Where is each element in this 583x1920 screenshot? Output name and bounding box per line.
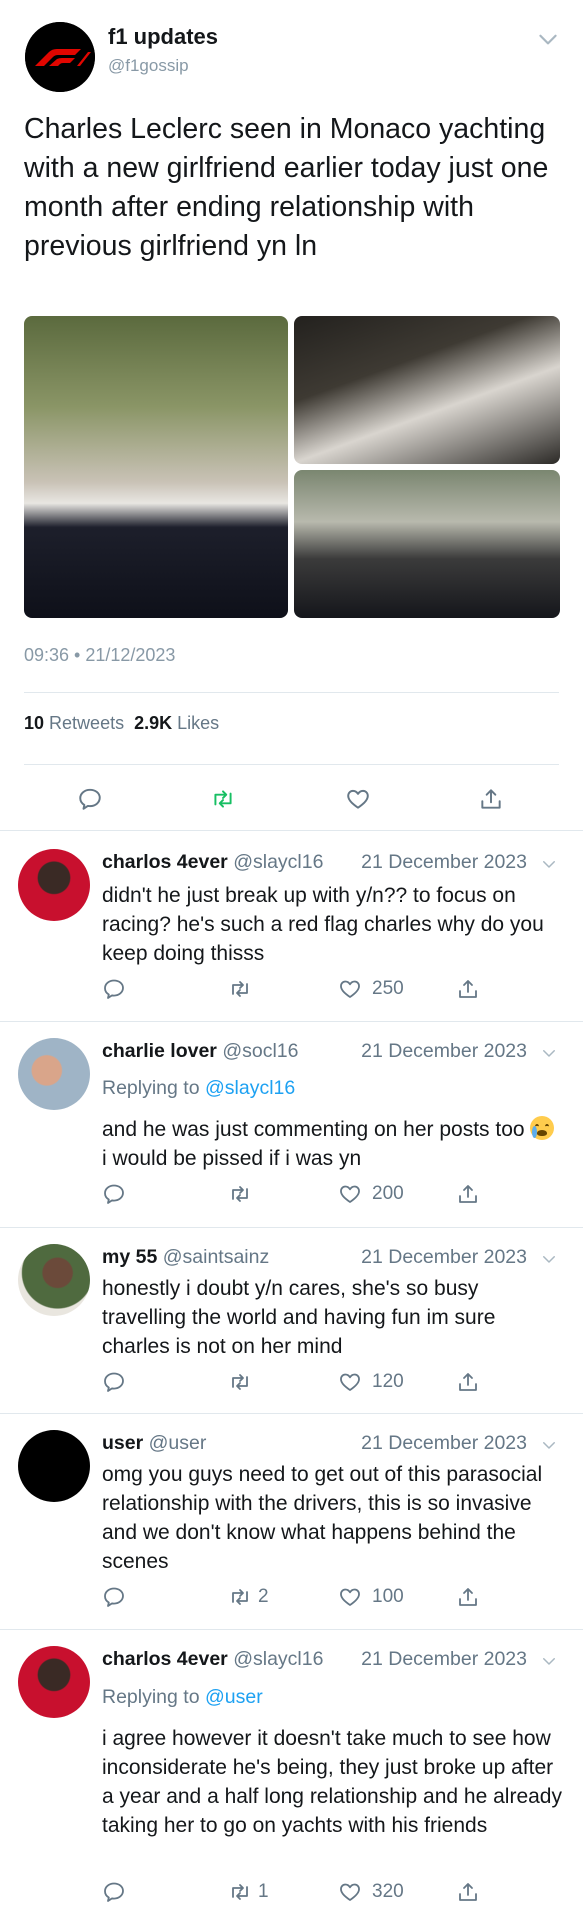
reply-icon[interactable] <box>102 1880 126 1904</box>
share-icon[interactable] <box>478 786 504 812</box>
reply-author-name[interactable]: user <box>102 1432 143 1454</box>
chevron-down-icon[interactable] <box>540 855 558 873</box>
retweet-icon[interactable] <box>210 786 236 812</box>
reply-author-name[interactable]: my 55 <box>102 1246 157 1268</box>
heart-icon[interactable] <box>338 1880 362 1904</box>
reply-author-handle[interactable]: @user <box>149 1432 207 1454</box>
reply-text: didn't he just break up with y/n?? to fo… <box>102 884 544 965</box>
reply-actions: 1 320 <box>102 1880 502 1910</box>
reply-item[interactable]: charlie lover @socl16 21 December 2023 R… <box>0 1022 583 1227</box>
author-name[interactable]: f1 updates <box>108 24 218 50</box>
author-handle[interactable]: @f1gossip <box>108 56 189 76</box>
crying-face-emoji-icon <box>530 1116 555 1140</box>
reply-item[interactable]: my 55 @saintsainz 21 December 2023 hones… <box>0 1228 583 1413</box>
reply-text: honestly i doubt y/n cares, she's so bus… <box>102 1277 496 1358</box>
retweet-icon[interactable] <box>228 1880 252 1904</box>
share-icon[interactable] <box>456 977 480 1001</box>
avatar[interactable] <box>18 1430 90 1502</box>
reply-author-handle[interactable]: @socl16 <box>222 1040 298 1062</box>
f1-logo-icon <box>25 22 95 92</box>
likes-label[interactable]: Likes <box>177 713 219 733</box>
chevron-down-icon[interactable] <box>540 1652 558 1670</box>
photo-hug[interactable] <box>294 316 560 464</box>
heart-icon[interactable] <box>338 1182 362 1206</box>
reply-author-handle[interactable]: @slaycl16 <box>233 1648 323 1670</box>
retweet-count: 1 <box>258 1881 269 1902</box>
retweets-count[interactable]: 10 <box>24 713 44 733</box>
replying-label: Replying to <box>102 1686 200 1708</box>
reply-author-handle[interactable]: @slaycl16 <box>233 851 323 873</box>
reply-text: and he was just commenting on her posts … <box>102 1115 562 1173</box>
chevron-down-icon[interactable] <box>540 1044 558 1062</box>
divider <box>24 764 559 765</box>
tweet-text: Charles Leclerc seen in Monaco yachting … <box>24 113 549 262</box>
like-count: 120 <box>372 1371 404 1392</box>
reply-date: 21 December 2023 <box>361 1648 527 1670</box>
media-grid[interactable] <box>24 316 560 618</box>
share-icon[interactable] <box>456 1585 480 1609</box>
reply-icon[interactable] <box>102 1182 126 1206</box>
tweet-stats: 10 Retweets 2.9K Likes <box>24 713 219 734</box>
reply-actions: 200 <box>102 1182 502 1212</box>
replying-to: Replying to @slaycl16 <box>102 1077 295 1100</box>
divider <box>24 692 559 693</box>
reply-text: i agree however it doesn't take much to … <box>102 1727 562 1837</box>
heart-icon[interactable] <box>345 786 371 812</box>
retweet-icon[interactable] <box>228 1585 252 1609</box>
like-count: 200 <box>372 1183 404 1204</box>
reply-date: 21 December 2023 <box>361 851 527 873</box>
reply-text-part: i would be pissed if i was yn <box>102 1147 362 1170</box>
author-avatar[interactable] <box>25 22 95 92</box>
retweets-label[interactable]: Retweets <box>49 713 124 733</box>
reply-author-handle[interactable]: @saintsainz <box>163 1246 270 1268</box>
reply-icon[interactable] <box>102 1585 126 1609</box>
reply-author-name[interactable]: charlie lover <box>102 1040 217 1062</box>
reply-date: 21 December 2023 <box>361 1432 527 1454</box>
reply-actions: 2 100 <box>102 1585 502 1615</box>
reply-icon[interactable] <box>102 977 126 1001</box>
chevron-down-icon[interactable] <box>540 1436 558 1454</box>
reply-icon[interactable] <box>102 1370 126 1394</box>
retweet-icon[interactable] <box>228 1370 252 1394</box>
heart-icon[interactable] <box>338 1370 362 1394</box>
heart-icon[interactable] <box>338 977 362 1001</box>
replying-to-link[interactable]: @slaycl16 <box>205 1077 295 1099</box>
replying-to: Replying to @user <box>102 1686 263 1709</box>
reply-date: 21 December 2023 <box>361 1246 527 1268</box>
tweet-timestamp: 09:36 • 21/12/2023 <box>24 645 176 665</box>
reply-author-name[interactable]: charlos 4ever <box>102 851 228 873</box>
share-icon[interactable] <box>456 1182 480 1206</box>
like-count: 250 <box>372 978 404 999</box>
avatar[interactable] <box>18 1244 90 1316</box>
like-count: 320 <box>372 1881 404 1902</box>
reply-item[interactable]: charlos 4ever @slaycl16 21 December 2023… <box>0 831 583 1021</box>
chevron-down-icon[interactable] <box>540 1250 558 1268</box>
reply-actions: 250 <box>102 977 502 1007</box>
photo-yacht-couple[interactable] <box>24 316 288 618</box>
reply-icon[interactable] <box>77 786 103 812</box>
reply-actions: 120 <box>102 1370 502 1400</box>
reply-item[interactable]: charlos 4ever @slaycl16 21 December 2023… <box>0 1630 583 1920</box>
avatar[interactable] <box>18 1646 90 1718</box>
avatar[interactable] <box>18 1038 90 1110</box>
retweet-icon[interactable] <box>228 1182 252 1206</box>
share-icon[interactable] <box>456 1880 480 1904</box>
like-count: 100 <box>372 1586 404 1607</box>
retweet-icon[interactable] <box>228 977 252 1001</box>
reply-text-part: and he was just commenting on her posts … <box>102 1118 525 1141</box>
reply-text: omg you guys need to get out of this par… <box>102 1463 543 1573</box>
reply-author-name[interactable]: charlos 4ever <box>102 1648 228 1670</box>
replying-to-link[interactable]: @user <box>205 1686 263 1708</box>
retweet-count: 2 <box>258 1586 269 1607</box>
replying-label: Replying to <box>102 1077 200 1099</box>
reply-date: 21 December 2023 <box>361 1040 527 1062</box>
avatar[interactable] <box>18 849 90 921</box>
photo-deck[interactable] <box>294 470 560 618</box>
share-icon[interactable] <box>456 1370 480 1394</box>
reply-item[interactable]: user @user 21 December 2023 omg you guys… <box>0 1414 583 1629</box>
chevron-down-icon[interactable] <box>535 26 561 52</box>
likes-count[interactable]: 2.9K <box>134 713 172 733</box>
heart-icon[interactable] <box>338 1585 362 1609</box>
